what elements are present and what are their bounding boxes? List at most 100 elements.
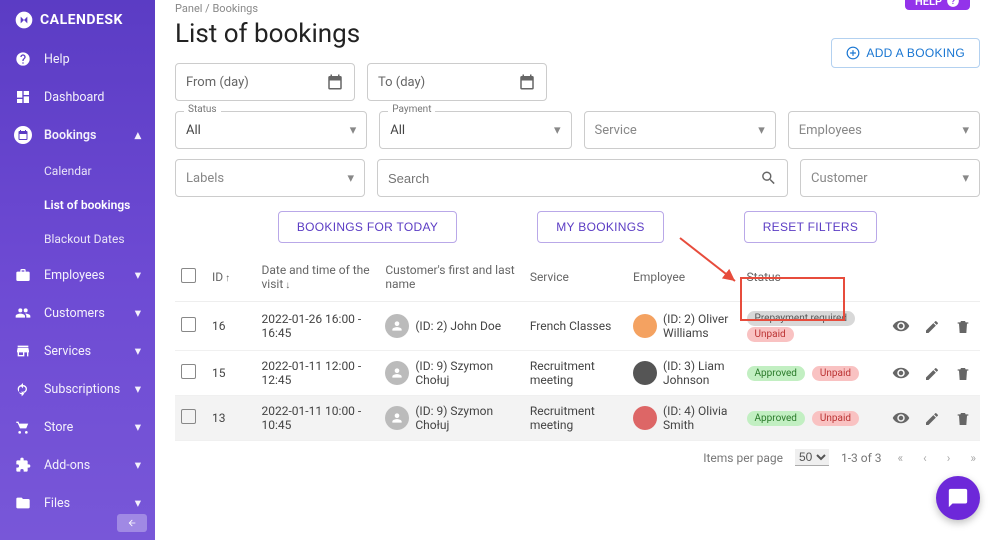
labels-select[interactable]: Labels ▾	[175, 159, 365, 197]
from-day-label: From (day)	[186, 75, 249, 90]
help-circle-icon: ?	[946, 0, 960, 8]
eye-icon	[892, 409, 910, 427]
edit-button[interactable]	[921, 408, 943, 430]
status-badge: Approved	[747, 366, 805, 381]
service-select[interactable]: Service ▾	[584, 111, 776, 149]
row-checkbox[interactable]	[181, 409, 196, 424]
sort-asc-icon: ↑	[225, 273, 230, 284]
next-page-button[interactable]: ›	[943, 451, 955, 465]
brand-logo[interactable]: CALENDESK	[0, 0, 155, 40]
sidebar-item-label: Subscriptions	[44, 382, 120, 397]
bookings-today-button[interactable]: BOOKINGS FOR TODAY	[278, 211, 457, 243]
caret-down-icon: ▾	[347, 171, 354, 186]
sidebar-item-help[interactable]: Help	[0, 40, 155, 78]
col-id[interactable]: ID	[212, 270, 223, 284]
folder-icon	[14, 494, 32, 512]
col-status[interactable]: Status	[741, 253, 875, 302]
chevron-up-icon: ▴	[135, 127, 141, 143]
edit-button[interactable]	[921, 363, 943, 385]
table-row[interactable]: 15 2022-01-11 12:00 - 12:45 (ID: 9) Szym…	[175, 351, 980, 396]
breadcrumb: Panel / Bookings	[175, 2, 980, 15]
select-all-checkbox[interactable]	[181, 268, 196, 283]
chevron-down-icon: ▾	[135, 343, 141, 359]
add-booking-button[interactable]: ADD A BOOKING	[831, 38, 980, 68]
last-page-button[interactable]: »	[966, 451, 980, 465]
view-button[interactable]	[890, 315, 912, 337]
service-select-placeholder: Service	[595, 123, 637, 138]
table-row[interactable]: 16 2022-01-26 16:00 - 16:45 (ID: 2) John…	[175, 302, 980, 351]
col-customer[interactable]: Customer's first and last name	[379, 253, 523, 302]
sidebar-item-blackout-dates[interactable]: Blackout Dates	[0, 222, 155, 256]
avatar	[633, 406, 657, 430]
status-badge: Unpaid	[747, 327, 794, 342]
items-per-page-select[interactable]: 50	[795, 449, 829, 466]
employees-select[interactable]: Employees ▾	[788, 111, 980, 149]
cell-service: Recruitment meeting	[524, 396, 627, 441]
sidebar-item-store[interactable]: Store ▾	[0, 408, 155, 446]
edit-button[interactable]	[921, 316, 943, 338]
payment-select[interactable]: Payment All ▾	[379, 111, 571, 149]
help-pill[interactable]: HELP ?	[905, 0, 970, 10]
delete-button[interactable]	[952, 408, 974, 430]
sidebar-item-services[interactable]: Services ▾	[0, 332, 155, 370]
search-input[interactable]	[388, 171, 760, 186]
chevron-down-icon: ▾	[135, 419, 141, 435]
chat-fab[interactable]	[936, 476, 980, 520]
cell-id: 16	[206, 302, 256, 351]
sort-desc-icon: ↓	[285, 280, 290, 291]
sidebar-item-calendar[interactable]: Calendar	[0, 154, 155, 188]
cell-customer: (ID: 2) John Doe	[385, 314, 517, 338]
cell-id: 13	[206, 396, 256, 441]
first-page-button[interactable]: «	[894, 451, 908, 465]
sidebar-item-addons[interactable]: Add-ons ▾	[0, 446, 155, 484]
to-day-field[interactable]: To (day)	[367, 63, 547, 101]
pencil-icon	[924, 411, 940, 427]
from-day-field[interactable]: From (day)	[175, 63, 355, 101]
pencil-icon	[924, 366, 940, 382]
help-icon	[14, 50, 32, 68]
trash-icon	[955, 319, 971, 335]
cell-datetime: 2022-01-11 12:00 - 12:45	[255, 351, 379, 396]
cell-employee: (ID: 4) Olivia Smith	[633, 404, 735, 432]
reset-filters-button[interactable]: RESET FILTERS	[744, 211, 877, 243]
sidebar-item-employees[interactable]: Employees ▾	[0, 256, 155, 294]
status-select[interactable]: Status All ▾	[175, 111, 367, 149]
sidebar-item-customers[interactable]: Customers ▾	[0, 294, 155, 332]
search-field[interactable]	[377, 159, 788, 197]
cell-id: 15	[206, 351, 256, 396]
caret-down-icon: ▾	[350, 123, 357, 138]
cell-customer: (ID: 9) Szymon Chołuj	[385, 359, 517, 387]
sidebar-item-list-of-bookings[interactable]: List of bookings	[0, 188, 155, 222]
sidebar-collapse-button[interactable]	[117, 514, 147, 532]
customer-select[interactable]: Customer ▾	[800, 159, 980, 197]
delete-button[interactable]	[952, 363, 974, 385]
employees-select-placeholder: Employees	[799, 123, 862, 138]
delete-button[interactable]	[952, 316, 974, 338]
col-service[interactable]: Service	[524, 253, 627, 302]
col-employee[interactable]: Employee	[627, 253, 741, 302]
sidebar-item-label: Help	[44, 52, 70, 67]
sidebar-item-subscriptions[interactable]: Subscriptions ▾	[0, 370, 155, 408]
row-checkbox[interactable]	[181, 317, 196, 332]
status-select-value: All	[186, 123, 201, 138]
avatar	[385, 406, 409, 430]
bookings-table: ID↑ Date and time of the visit↓ Customer…	[175, 253, 980, 441]
trash-icon	[955, 411, 971, 427]
view-button[interactable]	[890, 407, 912, 429]
cell-datetime: 2022-01-26 16:00 - 16:45	[255, 302, 379, 351]
caret-down-icon: ▾	[758, 123, 765, 138]
people-icon	[14, 304, 32, 322]
pencil-icon	[924, 319, 940, 335]
table-row[interactable]: 13 2022-01-11 10:00 - 10:45 (ID: 9) Szym…	[175, 396, 980, 441]
chevron-down-icon: ▾	[135, 495, 141, 511]
my-bookings-button[interactable]: MY BOOKINGS	[537, 211, 663, 243]
prev-page-button[interactable]: ‹	[919, 451, 931, 465]
col-datetime[interactable]: Date and time of the visit	[261, 263, 369, 291]
sidebar-item-label: List of bookings	[44, 198, 130, 212]
sidebar-item-dashboard[interactable]: Dashboard	[0, 78, 155, 116]
row-checkbox[interactable]	[181, 364, 196, 379]
cell-status: Prepayment required Unpaid	[741, 302, 875, 351]
avatar	[633, 361, 657, 385]
sidebar-item-bookings[interactable]: Bookings ▴	[0, 116, 155, 154]
view-button[interactable]	[890, 362, 912, 384]
